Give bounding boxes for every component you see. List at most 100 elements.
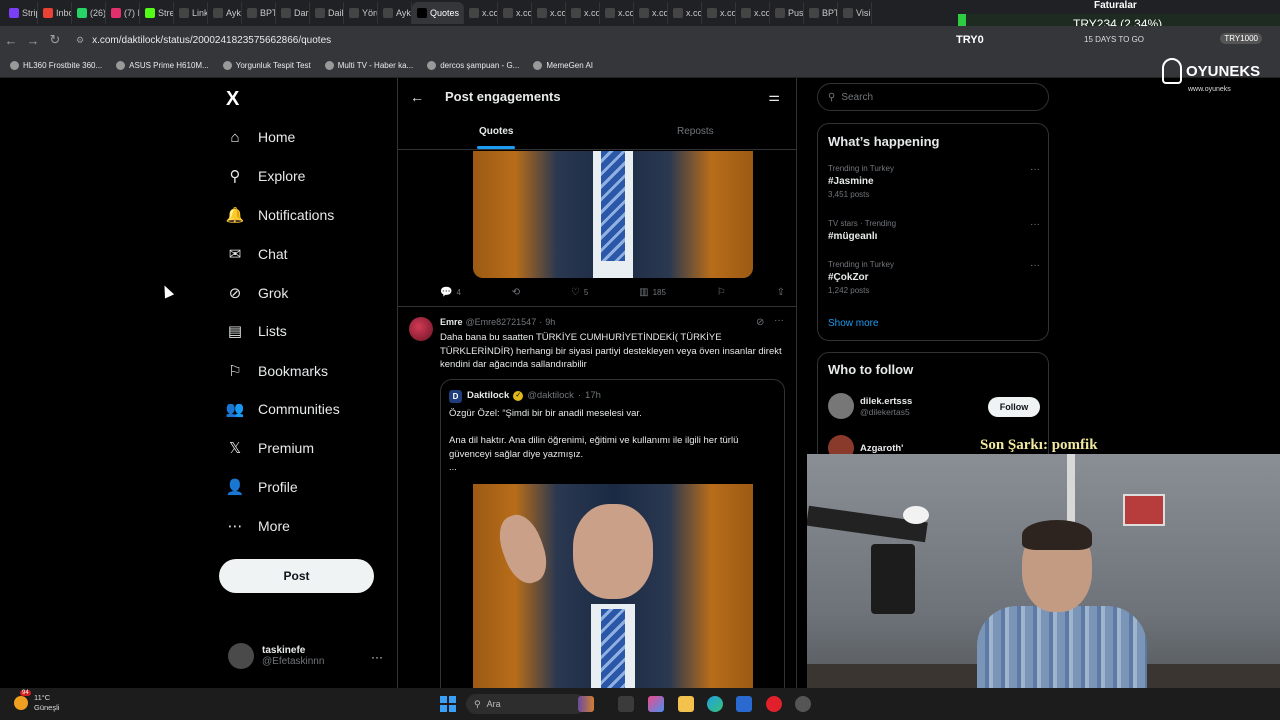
store-icon[interactable] (736, 696, 752, 712)
taskbar-search[interactable]: ⚲ Ara (466, 694, 586, 714)
weather-widget[interactable]: 11°C Güneşli (14, 693, 59, 713)
post-author-handle[interactable]: @Emre82721547 (466, 317, 537, 327)
browser-tab[interactable]: Darı (276, 2, 310, 24)
trend-item[interactable]: TV stars · Trending #mügeanlı ··· (828, 219, 1040, 242)
sidebar-item-notifications[interactable]: 🔔 Notifications (226, 206, 335, 224)
url-field[interactable]: ⚙ x.com/daktilock/status/2000241823575662… (76, 35, 331, 46)
tab-favicon-icon (605, 8, 615, 18)
post-button[interactable]: Post (219, 559, 374, 593)
bookmark-item[interactable]: HL360 Frostbite 360... (10, 61, 102, 70)
post-time[interactable]: 9h (545, 317, 555, 327)
separator-dot: · (577, 390, 582, 401)
bookmark-item[interactable]: Yorgunluk Tespit Test (222, 61, 311, 70)
tab-quotes[interactable]: Quotes (479, 126, 513, 137)
share-button[interactable]: ⇪ (777, 287, 785, 298)
sidebar-item-bookmarks[interactable]: ⚐ Bookmarks (226, 362, 328, 380)
trend-more-icon[interactable]: ··· (1030, 219, 1040, 230)
repost-button[interactable]: ⟲ (512, 287, 520, 298)
browser-tab[interactable]: Aykı (208, 2, 242, 24)
tab-reposts[interactable]: Reposts (677, 126, 714, 137)
sidebar-item-chat[interactable]: ✉ Chat (226, 245, 288, 263)
like-button[interactable]: ♡ 5 (571, 287, 588, 298)
browser-tab[interactable]: x.co (532, 2, 566, 24)
reply-button[interactable]: 💬 4 (440, 287, 461, 298)
opera-icon[interactable] (766, 696, 782, 712)
windows-start-icon[interactable] (440, 696, 456, 712)
suggestion-name: dilek.ertsss (860, 395, 913, 407)
browser-tab[interactable]: Stre (140, 2, 174, 24)
browser-tab[interactable]: Daily (310, 2, 344, 24)
sidebar-item-more[interactable]: ⋯ More (226, 517, 290, 535)
file-explorer-icon[interactable] (678, 696, 694, 712)
browser-tab[interactable]: Link (174, 2, 208, 24)
site-info-icon[interactable]: ⚙ (76, 35, 84, 45)
show-more-link[interactable]: Show more (828, 318, 879, 329)
browser-tab[interactable]: Pusl (770, 2, 804, 24)
browser-tab[interactable]: Inbo (38, 2, 72, 24)
browser-tab[interactable]: Visi (838, 2, 872, 24)
post-image[interactable] (473, 151, 753, 278)
forward-icon[interactable]: → (22, 33, 44, 48)
browser-tab[interactable]: Yörü (344, 2, 378, 24)
browser-tab[interactable]: x.co (668, 2, 702, 24)
sidebar-item-communities[interactable]: 👥 Communities (226, 400, 340, 418)
browser-tab[interactable]: (26) (72, 2, 106, 24)
bookmark-icon: ⚐ (716, 287, 726, 298)
try-badge[interactable]: TRY1000 (1220, 33, 1262, 44)
trend-item[interactable]: Trending in Turkey #ÇokZor 1,242 posts ··· (828, 260, 1040, 295)
browser-tab[interactable]: (7) I (106, 2, 140, 24)
search-icon: ⚲ (229, 168, 241, 185)
sidebar-item-explore[interactable]: ⚲ Explore (226, 167, 306, 185)
browser-tab[interactable]: BPT (804, 2, 838, 24)
browser-tab[interactable]: x.co (634, 2, 668, 24)
sidebar-item-profile[interactable]: 👤 Profile (226, 478, 298, 496)
copilot-icon[interactable] (648, 696, 664, 712)
browser-tab[interactable]: x.co (464, 2, 498, 24)
trend-more-icon[interactable]: ··· (1030, 260, 1040, 271)
sidebar-item-label: More (258, 518, 290, 534)
communities-icon: 👥 (225, 401, 245, 418)
sidebar-item-grok[interactable]: ⊘ Grok (226, 284, 289, 302)
days-to-go-label: 15 DAYS TO GO (1084, 35, 1145, 44)
filter-icon[interactable]: ⚌ (768, 89, 780, 105)
avatar[interactable] (409, 317, 433, 341)
post-author-name[interactable]: Emre (440, 317, 463, 327)
browser-tab[interactable]: x.co (498, 2, 532, 24)
bookmark-item[interactable]: MemeGen AI (533, 61, 593, 70)
grok-icon[interactable]: ⊘ (756, 317, 764, 328)
browser-tab[interactable]: Strip (4, 2, 38, 24)
search-input[interactable] (841, 91, 1032, 103)
widgets-icon[interactable] (578, 696, 594, 712)
post-more-icon[interactable]: ··· (774, 315, 784, 326)
sidebar-item-lists[interactable]: ▤ Lists (226, 322, 287, 340)
trend-item[interactable]: Trending in Turkey #Jasmine 3,451 posts ··· (828, 164, 1040, 199)
browser-tab[interactable]: x.co (702, 2, 736, 24)
trend-more-icon[interactable]: ··· (1030, 164, 1040, 175)
browser-tab[interactable]: BPT (242, 2, 276, 24)
task-view-icon[interactable] (618, 696, 634, 712)
address-bar: ← → ↻ ⚙ x.com/daktilock/status/2000241823… (0, 26, 1280, 54)
sidebar-item-premium[interactable]: 𝕏 Premium (226, 439, 314, 457)
follow-button[interactable]: Follow (988, 397, 1040, 417)
account-switcher[interactable]: taskinefe @Efetaskinnn (228, 643, 324, 669)
bookmark-item[interactable]: ASUS Prime H610M... (116, 61, 209, 70)
browser-tab[interactable]: x.co (600, 2, 634, 24)
browser-tab[interactable]: Quotes (412, 2, 464, 24)
bookmark-item[interactable]: Multi TV - Haber ka... (324, 61, 413, 70)
bookmark-item[interactable]: dercos şampuan - G... (427, 61, 519, 70)
edge-icon[interactable] (707, 696, 723, 712)
bookmark-post-button[interactable]: ⚐ (717, 287, 726, 298)
bookmark-favicon-icon (427, 61, 437, 70)
x-logo-icon[interactable]: X (226, 88, 239, 111)
back-icon[interactable]: ← (0, 33, 22, 48)
sidebar-item-home[interactable]: ⌂ Home (226, 128, 295, 146)
quote-image[interactable] (473, 484, 753, 688)
browser-tab[interactable]: Aykı (378, 2, 412, 24)
app-icon[interactable] (795, 696, 811, 712)
views-button[interactable]: ▥ 185 (639, 287, 666, 298)
browser-tab[interactable]: x.co (566, 2, 600, 24)
account-more-icon[interactable]: ··· (371, 650, 383, 664)
browser-tab[interactable]: x.co (736, 2, 770, 24)
reload-icon[interactable]: ↻ (44, 32, 66, 48)
back-arrow-icon[interactable]: ← (410, 89, 424, 105)
